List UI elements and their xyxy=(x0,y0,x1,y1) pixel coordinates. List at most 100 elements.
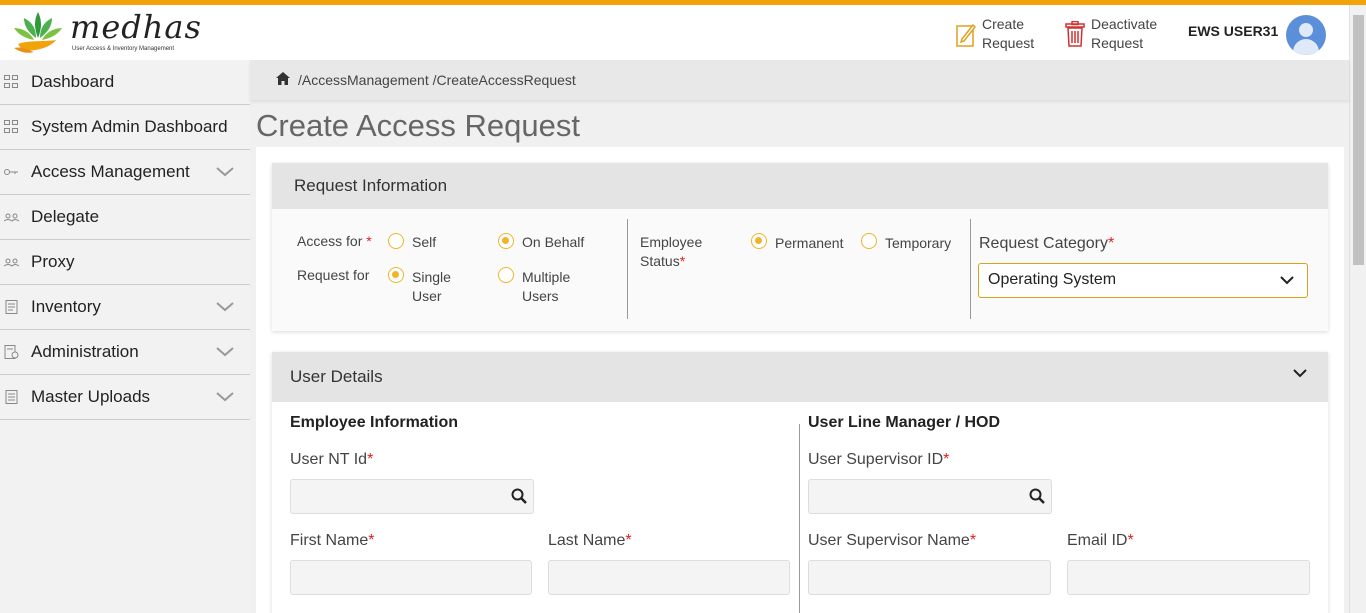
scrollbar-thumb[interactable] xyxy=(1353,15,1364,265)
last-name-field[interactable] xyxy=(548,560,790,595)
first-name-field[interactable] xyxy=(290,560,532,595)
request-category-label: Request Category* xyxy=(979,235,1114,253)
sidebar-item-label: Delegate xyxy=(31,207,100,226)
request-for-label: Request for xyxy=(297,267,370,283)
user-details-header[interactable]: User Details xyxy=(272,352,1328,402)
home-icon[interactable] xyxy=(276,72,290,85)
request-information-body: Access for * Self On Behalf Request for … xyxy=(272,209,1328,331)
sidebar-item-proxy[interactable]: Proxy xyxy=(0,240,250,285)
page-scrollbar[interactable] xyxy=(1349,5,1366,613)
sidebar-item-label: Inventory xyxy=(31,297,101,316)
sidebar-item-access-management[interactable]: Access Management xyxy=(0,150,250,195)
chevron-down-icon[interactable] xyxy=(216,392,234,402)
supervisor-id-input[interactable] xyxy=(808,479,1052,514)
user-nt-id-input[interactable] xyxy=(290,479,534,514)
sidebar-item-master-uploads[interactable]: Master Uploads xyxy=(0,375,250,420)
employee-status-temporary-label: Temporary xyxy=(885,235,952,251)
email-id-label: Email ID* xyxy=(1067,532,1134,550)
app-logo[interactable]: medhas User Access & Inventory Managemen… xyxy=(12,8,201,58)
access-for-self-label: Self xyxy=(412,234,437,250)
request-for-single-radio[interactable] xyxy=(388,267,404,283)
employee-status-permanent-label: Permanent xyxy=(775,235,844,251)
breadcrumb[interactable]: /AccessManagement /CreateAccessRequest xyxy=(298,72,576,88)
request-for-multiple-label: Multiple Users xyxy=(522,269,571,304)
chevron-down-icon[interactable] xyxy=(1292,366,1308,380)
logo-subtitle: User Access & Inventory Management xyxy=(72,46,175,52)
access-for-self-radio[interactable] xyxy=(388,233,404,249)
supervisor-name-field[interactable] xyxy=(808,560,1051,595)
sidebar-item-administration[interactable]: Administration xyxy=(0,330,250,375)
employee-status-temporary-radio[interactable] xyxy=(861,233,877,249)
required-mark: * xyxy=(368,532,375,549)
document-icon xyxy=(5,300,18,314)
chevron-down-icon[interactable] xyxy=(216,347,234,357)
request-for-multiple-radio[interactable] xyxy=(498,267,514,283)
request-category-select[interactable]: Operating System xyxy=(978,263,1308,298)
grid-icon xyxy=(4,120,19,134)
access-for-on-behalf-radio[interactable] xyxy=(498,233,514,249)
edit-document-icon xyxy=(956,23,976,47)
sidebar-item-label: Master Uploads xyxy=(31,387,151,406)
first-name-label: First Name* xyxy=(290,532,374,550)
sidebar-item-label: Access Management xyxy=(31,162,190,181)
request-information-header: Request Information xyxy=(272,163,1328,209)
first-name-text: First Name xyxy=(290,532,369,549)
access-for-text: Access for xyxy=(297,233,367,249)
access-for-on-behalf-label: On Behalf xyxy=(522,234,585,250)
logo-wordmark: medhas xyxy=(70,8,202,46)
avatar-body-icon xyxy=(1293,39,1319,55)
employee-information-title: Employee Information xyxy=(290,414,459,431)
user-name: EWS USER31 xyxy=(1188,23,1279,39)
required-mark: * xyxy=(969,532,977,549)
section-divider xyxy=(627,219,628,319)
chevron-down-icon[interactable] xyxy=(216,302,234,312)
sidebar-item-label: Dashboard xyxy=(31,72,115,91)
user-details-title: User Details xyxy=(290,367,383,386)
sidebar-item-dashboard[interactable]: Dashboard xyxy=(0,60,250,105)
app-header: medhas User Access & Inventory Managemen… xyxy=(0,5,1349,60)
required-mark: * xyxy=(679,253,686,269)
page-title: Create Access Request xyxy=(256,108,580,143)
grid-icon xyxy=(4,75,19,89)
employee-status-label: Employee Status* xyxy=(640,233,710,271)
sidebar-item-label: Administration xyxy=(31,342,139,361)
last-name-text: Last Name xyxy=(548,532,626,549)
deactivate-request-button[interactable]: Deactivate Request xyxy=(1065,15,1166,53)
key-icon xyxy=(4,169,18,175)
avatar[interactable] xyxy=(1286,15,1326,55)
users-icon xyxy=(4,258,19,267)
sidebar-item-label: System Admin Dashboard xyxy=(31,117,228,136)
trash-icon xyxy=(1065,21,1085,47)
request-information-card: Request Information Access for * Self On… xyxy=(272,163,1328,331)
sidebar-item-inventory[interactable]: Inventory xyxy=(0,285,250,330)
users-icon xyxy=(4,213,19,222)
create-request-button[interactable]: Create Request xyxy=(956,15,1052,53)
employee-status-text: Employee Status xyxy=(640,234,703,269)
required-mark: * xyxy=(943,451,950,468)
employee-status-permanent-radio[interactable] xyxy=(751,233,767,249)
chevron-down-icon[interactable] xyxy=(216,167,234,177)
sidebar-item-system-admin-dashboard[interactable]: System Admin Dashboard xyxy=(0,105,250,150)
admin-doc-icon xyxy=(4,345,19,359)
main-panel: Request Information Access for * Self On… xyxy=(256,147,1344,613)
create-request-label: Create Request xyxy=(982,16,1035,51)
upload-doc-icon xyxy=(5,390,18,404)
required-mark: * xyxy=(366,233,372,249)
request-for-single-label: Single User xyxy=(412,269,451,304)
sidebar-item-label: Proxy xyxy=(31,252,75,271)
search-icon[interactable] xyxy=(1029,488,1045,504)
supervisor-name-text: User Supervisor Name xyxy=(808,532,970,549)
user-details-card: User Details Employee Information User N… xyxy=(272,352,1328,613)
email-id-field[interactable] xyxy=(1067,560,1310,595)
user-nt-id-label: User NT Id* xyxy=(290,451,373,469)
sidebar-item-delegate[interactable]: Delegate xyxy=(0,195,250,240)
avatar-head-icon xyxy=(1299,23,1313,37)
supervisor-id-label: User Supervisor ID* xyxy=(808,451,949,469)
search-icon[interactable] xyxy=(511,488,527,504)
request-category-text: Request Category xyxy=(979,235,1108,252)
required-mark: * xyxy=(625,532,632,549)
line-manager-title: User Line Manager / HOD xyxy=(808,414,1001,431)
supervisor-id-text: User Supervisor ID xyxy=(808,451,944,468)
user-nt-id-text: User NT Id xyxy=(290,451,368,468)
request-category-value: Operating System xyxy=(988,271,1117,288)
